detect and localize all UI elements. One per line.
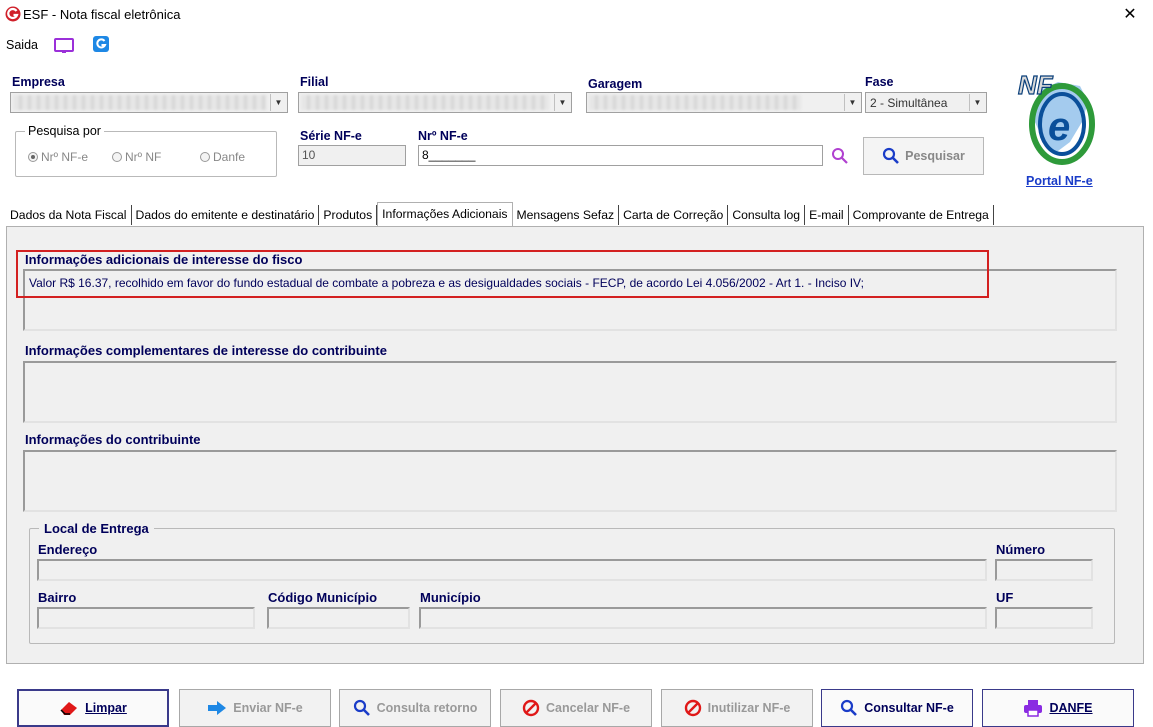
- close-button[interactable]: ✕: [1118, 4, 1142, 26]
- complementares-title: Informações complementares de interesse …: [25, 343, 387, 358]
- cancelar-label: Cancelar NF-e: [545, 701, 631, 715]
- tab-dados-nota[interactable]: Dados da Nota Fiscal: [6, 205, 132, 225]
- enviar-button[interactable]: Enviar NF-e: [179, 689, 331, 727]
- municipio-label: Município: [420, 590, 481, 605]
- serie-input[interactable]: 10: [298, 145, 406, 166]
- garagem-blurred-value: [589, 95, 801, 110]
- pesquisa-label: Pesquisa por: [25, 124, 104, 138]
- fase-select[interactable]: 2 - Simultânea ▼: [865, 92, 987, 113]
- search-icon: [353, 699, 370, 716]
- tab-mensagens-sefaz[interactable]: Mensagens Sefaz: [513, 205, 620, 225]
- consultar-button[interactable]: Consultar NF-e: [821, 689, 973, 727]
- radio-selected-icon: [28, 152, 38, 162]
- arrow-right-icon: [208, 701, 227, 715]
- serie-label: Série NF-e: [300, 129, 362, 143]
- garagem-label: Garagem: [588, 77, 643, 91]
- radio-danfe[interactable]: Danfe: [200, 150, 245, 164]
- g-app-icon[interactable]: [92, 35, 110, 53]
- inutilizar-button[interactable]: Inutilizar NF-e: [661, 689, 813, 727]
- tab-emitente-destinatario[interactable]: Dados do emitente e destinatário: [132, 205, 320, 225]
- tab-informacoes-adicionais[interactable]: Informações Adicionais: [377, 202, 513, 227]
- chevron-down-icon[interactable]: ▼: [844, 94, 860, 111]
- enviar-label: Enviar NF-e: [233, 701, 303, 715]
- contribuinte-memo[interactable]: [23, 450, 1117, 512]
- radio-nf-label: Nrº NF: [125, 150, 162, 164]
- pesquisar-button[interactable]: Pesquisar: [863, 137, 984, 175]
- limpar-label: Limpar: [85, 701, 127, 715]
- local-entrega-title: Local de Entrega: [39, 521, 154, 536]
- endereco-input[interactable]: [37, 559, 987, 581]
- empresa-label: Empresa: [12, 75, 65, 89]
- cancelar-button[interactable]: Cancelar NF-e: [500, 689, 652, 727]
- numero-entrega-input[interactable]: [995, 559, 1093, 581]
- filial-blurred-value: [301, 95, 549, 110]
- limpar-button[interactable]: Limpar: [17, 689, 169, 727]
- endereco-label: Endereço: [38, 542, 98, 557]
- filial-label: Filial: [300, 75, 329, 89]
- search-icon: [841, 699, 858, 716]
- codigo-municipio-label: Código Município: [268, 590, 378, 605]
- garagem-select[interactable]: ▼: [586, 92, 862, 113]
- tab-carta-correcao[interactable]: Carta de Correção: [619, 205, 729, 225]
- search-icon: [883, 147, 900, 164]
- danfe-label: DANFE: [1049, 701, 1093, 715]
- bairro-input[interactable]: [37, 607, 255, 629]
- radio-icon: [200, 152, 210, 162]
- eraser-icon: [60, 702, 78, 715]
- empresa-select[interactable]: ▼: [10, 92, 288, 113]
- svg-text:NF: NF: [1018, 70, 1054, 100]
- saida-label: Saida: [6, 38, 38, 52]
- bairro-label: Bairro: [38, 590, 77, 605]
- filial-select[interactable]: ▼: [298, 92, 572, 113]
- radio-nfe-label: Nrº NF-e: [41, 150, 89, 164]
- chevron-down-icon[interactable]: ▼: [969, 94, 985, 111]
- uf-input[interactable]: [995, 607, 1093, 629]
- radio-nf[interactable]: Nrº NF: [112, 150, 161, 164]
- chevron-down-icon[interactable]: ▼: [270, 94, 286, 111]
- block-icon: [684, 699, 701, 717]
- fase-value: 2 - Simultânea: [870, 96, 948, 110]
- numero-entrega-label: Número: [996, 542, 1046, 557]
- danfe-button[interactable]: DANFE: [982, 689, 1134, 727]
- monitor-icon[interactable]: [53, 37, 75, 55]
- chevron-down-icon[interactable]: ▼: [554, 94, 570, 111]
- codigo-municipio-input[interactable]: [267, 607, 410, 629]
- app-logo-icon: [5, 6, 21, 22]
- numero-input[interactable]: 8_______: [418, 145, 823, 166]
- tab-bar: Dados da Nota Fiscal Dados do emitente e…: [6, 202, 994, 227]
- inutilizar-label: Inutilizar NF-e: [707, 701, 791, 715]
- tab-email[interactable]: E-mail: [805, 205, 849, 225]
- pesquisar-label: Pesquisar: [905, 149, 965, 163]
- nfe-logo-icon: NF e: [1017, 69, 1095, 165]
- cancel-icon: [522, 699, 540, 717]
- radio-icon: [112, 152, 122, 162]
- empresa-blurred-value: [13, 95, 267, 110]
- svg-text:e: e: [1048, 105, 1070, 149]
- tab-comprovante-entrega[interactable]: Comprovante de Entrega: [849, 205, 994, 225]
- complementares-memo[interactable]: [23, 361, 1117, 423]
- highlight-box: [16, 250, 989, 298]
- portal-nfe-link[interactable]: Portal NF-e: [1026, 174, 1093, 188]
- tab-consulta-log[interactable]: Consulta log: [728, 205, 806, 225]
- consulta-retorno-label: Consulta retorno: [376, 701, 478, 715]
- numero-label: Nrº NF-e: [418, 129, 468, 143]
- municipio-input[interactable]: [419, 607, 987, 629]
- search-icon[interactable]: [831, 147, 849, 165]
- uf-label: UF: [996, 590, 1014, 605]
- consultar-label: Consultar NF-e: [864, 701, 954, 715]
- fase-label: Fase: [865, 75, 894, 89]
- window-title: ESF - Nota fiscal eletrônica: [23, 7, 181, 22]
- printer-icon: [1024, 700, 1043, 717]
- tab-produtos[interactable]: Produtos: [319, 205, 378, 225]
- radio-danfe-label: Danfe: [213, 150, 246, 164]
- consulta-retorno-button[interactable]: Consulta retorno: [339, 689, 491, 727]
- radio-nfe[interactable]: Nrº NF-e: [28, 150, 88, 164]
- contribuinte-title: Informações do contribuinte: [25, 432, 201, 447]
